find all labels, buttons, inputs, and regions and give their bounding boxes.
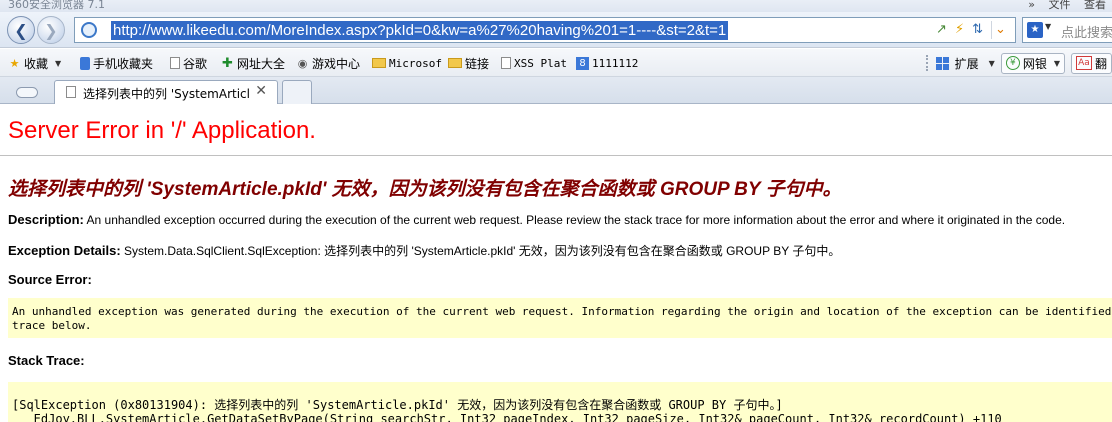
fav-label: 网址大全 — [237, 56, 286, 71]
fav-item-games[interactable]: ◉ 游戏中心 — [296, 55, 360, 71]
eight-icon: 8 — [576, 56, 589, 70]
fav-item-google[interactable]: 谷歌 — [170, 55, 207, 71]
page-icon — [501, 57, 511, 69]
fav-label: Microsof — [389, 56, 442, 70]
tab-active[interactable]: 选择列表中的列 'SystemArticl ✕ — [54, 80, 278, 104]
extensions-button[interactable]: 扩展 — [955, 55, 979, 72]
favbar-right-tools: 扩展 ▼ ¥ 网银 ▼ Aa 翻 — [925, 52, 1112, 74]
fav-label: 链接 — [465, 56, 490, 71]
search-input[interactable]: 点此搜索 — [1061, 22, 1112, 41]
web-icon: ✚ — [222, 55, 233, 71]
search-box[interactable]: ★ ▼ 点此搜索 — [1022, 17, 1112, 43]
window-titlebar: 360安全浏览器 7.1 » 文件 查看 — [0, 0, 1112, 12]
favorites-bar: ★ 收藏 ▼ 手机收藏夹 谷歌 ✚ 网址大全 ◉ 游戏中心 Microsof 链… — [0, 49, 1112, 77]
fav-item-links[interactable]: 链接 — [448, 55, 489, 71]
yen-icon: ¥ — [1005, 56, 1020, 70]
fav-item-mobile[interactable]: 手机收藏夹 — [80, 55, 153, 71]
fav-item-xss[interactable]: XSS Plat — [501, 55, 567, 71]
stack-trace-box: [SqlException (0x80131904): 选择列表中的列 'Sys… — [8, 382, 1112, 422]
translate-button[interactable]: Aa 翻 — [1070, 52, 1112, 74]
translate-icon: Aa — [1075, 56, 1092, 70]
star-icon: ★ — [9, 56, 20, 70]
stack-trace-text: [SqlException (0x80131904): 选择列表中的列 'Sys… — [12, 398, 1002, 422]
page-icon — [170, 57, 180, 69]
url-input[interactable]: http://www.likeedu.com/MoreIndex.aspx?pk… — [111, 21, 729, 40]
fav-label: XSS Plat — [514, 56, 567, 70]
error-message: 选择列表中的列 'SystemArticle.pkId' 无效，因为该列没有包含… — [8, 179, 842, 200]
reload-icon[interactable]: ⇅ — [972, 21, 983, 39]
description-text: An unhandled exception occurred during t… — [86, 213, 1066, 227]
tab-bar: 选择列表中的列 'SystemArticl ✕ — [0, 77, 1112, 104]
close-icon[interactable]: ✕ — [255, 83, 267, 99]
stack-trace-heading: Stack Trace: — [8, 353, 85, 368]
description-label: Description: — [8, 212, 84, 227]
cloud-icon — [16, 87, 38, 98]
translate-label: 翻 — [1094, 56, 1107, 71]
home-tab-button[interactable] — [8, 83, 38, 101]
extensions-icon — [935, 56, 949, 70]
site-identity-icon[interactable] — [81, 22, 97, 38]
fav-label: 1111112 — [592, 56, 639, 70]
menu-file[interactable]: 文件 — [1049, 0, 1071, 11]
address-tools: ↗ ⚡ ⇅ ⌄ — [936, 21, 1009, 39]
forward-arrow-icon: ❯ — [44, 20, 58, 40]
fav-label: 收藏 — [24, 56, 49, 71]
page-icon — [66, 86, 76, 98]
caret-down-icon: ▼ — [1053, 58, 1060, 68]
address-bar[interactable]: http://www.likeedu.com/MoreIndex.aspx?pk… — [74, 17, 1016, 43]
caret-down-icon[interactable]: ▼ — [989, 59, 995, 68]
menu-overflow-button[interactable]: » — [1028, 0, 1035, 11]
lightning-icon[interactable]: ⚡ — [955, 21, 964, 39]
system-menu: » 文件 查看 — [1018, 0, 1106, 12]
fav-item-microsoft[interactable]: Microsof — [372, 55, 442, 71]
window-title: 360安全浏览器 7.1 — [8, 0, 105, 11]
folder-icon — [372, 58, 386, 68]
netbank-label: 网银 — [1022, 56, 1047, 71]
exception-details-paragraph: Exception Details: System.Data.SqlClient… — [8, 242, 840, 259]
fav-item-sites[interactable]: ✚ 网址大全 — [221, 55, 285, 71]
menu-view[interactable]: 查看 — [1084, 0, 1106, 11]
tab-title: 选择列表中的列 'SystemArticl — [83, 87, 250, 101]
exception-label: Exception Details: — [8, 243, 121, 258]
source-error-box: An unhandled exception was generated dur… — [8, 298, 1112, 338]
fav-item-1111112[interactable]: 8 1111112 — [576, 55, 638, 71]
back-button[interactable]: ❮ — [7, 16, 35, 44]
toolbar-grip[interactable] — [925, 55, 930, 71]
page-title: Server Error in '/' Application. — [8, 117, 316, 144]
source-error-text: An unhandled exception was generated dur… — [12, 305, 1112, 332]
source-error-heading: Source Error: — [8, 272, 92, 287]
phone-icon — [80, 56, 90, 70]
search-engine-icon[interactable]: ★ — [1027, 22, 1043, 38]
description-paragraph: Description: An unhandled exception occu… — [8, 212, 1065, 227]
dropdown-chevron-icon[interactable]: ⌄ — [991, 21, 1009, 39]
favorites-menu[interactable]: ★ 收藏 ▼ — [8, 55, 62, 71]
netbank-button[interactable]: ¥ 网银 ▼ — [1000, 52, 1065, 74]
fav-label: 谷歌 — [183, 56, 208, 71]
page-content: Server Error in '/' Application. 选择列表中的列… — [0, 104, 1112, 422]
fav-label: 手机收藏夹 — [93, 56, 154, 71]
navigation-bar: ❮ ❯ http://www.likeedu.com/MoreIndex.asp… — [0, 12, 1112, 48]
share-icon[interactable]: ↗ — [936, 21, 947, 39]
exception-text: System.Data.SqlClient.SqlException: 选择列表… — [124, 244, 841, 258]
caret-down-icon: ▼ — [55, 58, 62, 68]
fav-label: 游戏中心 — [312, 56, 361, 71]
gamepad-icon: ◉ — [297, 56, 308, 70]
engine-caret-icon[interactable]: ▼ — [1045, 22, 1051, 31]
heading-divider — [0, 155, 1112, 156]
folder-icon — [448, 58, 462, 68]
new-tab-button[interactable] — [282, 80, 312, 104]
forward-button[interactable]: ❯ — [37, 16, 65, 44]
back-arrow-icon: ❮ — [14, 20, 28, 40]
